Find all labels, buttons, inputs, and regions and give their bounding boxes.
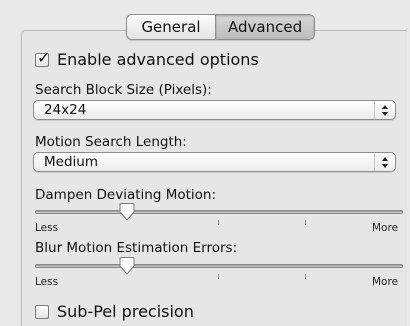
motion-search-length-select[interactable]: Medium — [33, 152, 396, 172]
subpel-label: Sub-Pel precision — [57, 302, 194, 321]
tab-advanced[interactable]: Advanced — [215, 15, 314, 39]
checkmark-icon: ✓ — [37, 47, 51, 67]
subpel-row[interactable]: Sub-Pel precision — [35, 302, 194, 321]
settings-panel — [21, 30, 407, 326]
updown-arrows-icon — [374, 101, 395, 119]
dampen-slider-track[interactable] — [35, 210, 403, 214]
dampen-motion-label: Dampen Deviating Motion: — [35, 187, 217, 203]
slider-tick — [305, 274, 306, 279]
tab-general[interactable]: General — [127, 15, 215, 39]
blur-max-label: More — [372, 276, 399, 288]
motion-search-length-value: Medium — [44, 154, 98, 170]
slider-tick — [218, 274, 219, 279]
slider-tick — [305, 220, 306, 225]
blur-slider-knob[interactable] — [119, 257, 135, 275]
dampen-max-label: More — [372, 222, 399, 234]
slider-tick — [218, 220, 219, 225]
dampen-slider-knob[interactable] — [119, 203, 135, 221]
search-block-size-select[interactable]: 24x24 — [33, 100, 396, 120]
enable-advanced-row[interactable]: ✓ Enable advanced options — [35, 48, 259, 69]
motion-search-length-label: Motion Search Length: — [35, 134, 187, 150]
blur-slider-track[interactable] — [35, 264, 403, 268]
search-block-size-value: 24x24 — [44, 102, 87, 118]
enable-advanced-checkbox[interactable]: ✓ — [35, 48, 50, 67]
subpel-checkbox[interactable] — [35, 304, 49, 319]
updown-arrows-icon — [374, 153, 395, 171]
search-block-size-label: Search Block Size (Pixels): — [35, 82, 212, 98]
enable-advanced-label: Enable advanced options — [57, 50, 259, 69]
tab-bar: General Advanced — [126, 14, 315, 40]
blur-errors-label: Blur Motion Estimation Errors: — [35, 240, 238, 256]
dampen-min-label: Less — [35, 222, 59, 234]
blur-min-label: Less — [35, 276, 59, 288]
